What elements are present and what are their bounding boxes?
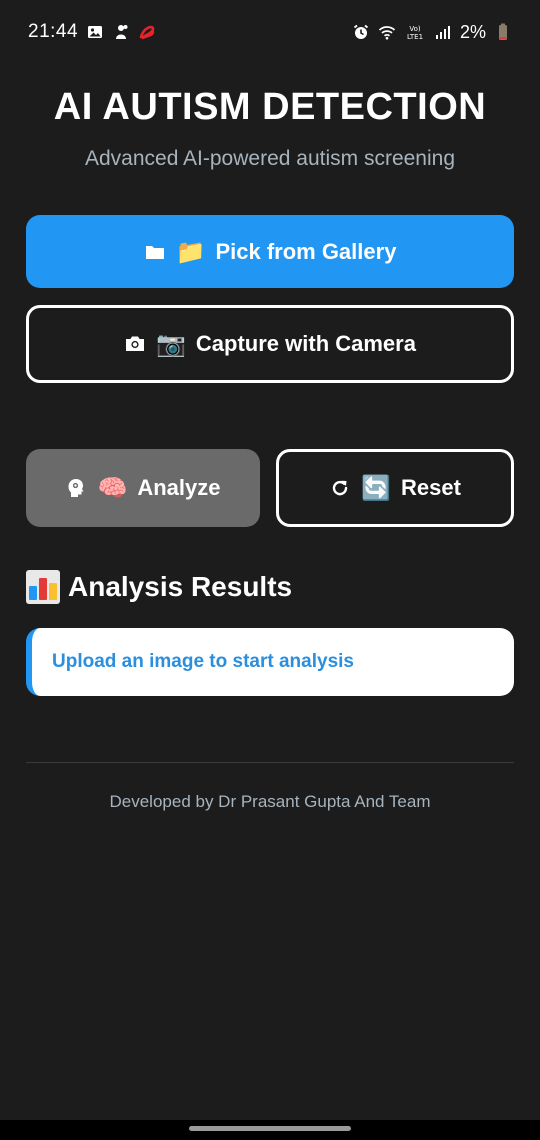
airtel-icon	[138, 23, 156, 41]
head-brain-icon	[65, 477, 87, 499]
battery-icon	[494, 23, 512, 41]
folder-icon	[144, 241, 166, 263]
footer-credit: Developed by Dr Prasant Gupta And Team	[109, 792, 431, 811]
camera-emoji: 📷	[156, 330, 186, 358]
analysis-results-title: Analysis Results	[68, 571, 293, 602]
folder-emoji: 📁	[175, 237, 206, 266]
camera-icon	[124, 333, 146, 355]
wifi-icon	[378, 23, 396, 41]
refresh-emoji: 🔄	[361, 474, 391, 502]
gallery-icon	[86, 23, 104, 41]
status-time: 21:44	[28, 21, 79, 42]
battery-percentage: 2%	[459, 21, 486, 42]
pick-from-gallery-label: Pick from Gallery	[215, 238, 397, 264]
svg-text:Vo): Vo)	[409, 25, 421, 33]
status-left: 21:44	[28, 21, 156, 43]
analysis-results-heading: Analysis Results	[26, 570, 292, 604]
volte-icon: Vo) LTE1	[404, 23, 426, 41]
page-title: AI AUTISM DETECTION	[53, 86, 487, 128]
footer-divider	[26, 762, 514, 763]
notification-icon	[112, 23, 130, 41]
signal-icon	[434, 23, 452, 41]
bar-chart-icon	[26, 570, 60, 604]
alarm-icon	[352, 23, 370, 41]
refresh-icon	[329, 477, 351, 499]
capture-with-camera-button[interactable]: 📷 Capture with Camera	[26, 305, 514, 383]
capture-with-camera-label: Capture with Camera	[195, 331, 416, 356]
pick-from-gallery-button[interactable]: 📁 Pick from Gallery	[26, 215, 514, 288]
reset-label: Reset	[400, 475, 461, 500]
home-gesture-handle[interactable]	[189, 1126, 351, 1131]
results-card: Upload an image to start analysis	[26, 628, 514, 696]
page-subtitle: Advanced AI-powered autism screening	[84, 147, 456, 170]
brain-emoji: 🧠	[97, 474, 128, 502]
app-screen: 21:44 Vo) LTE1 2% AI AUTISM DETECTION Ad…	[0, 0, 540, 1140]
analyze-label: Analyze	[137, 475, 221, 500]
reset-button[interactable]: 🔄 Reset	[276, 449, 514, 527]
status-bar: 21:44 Vo) LTE1 2%	[0, 0, 540, 64]
svg-text:LTE1: LTE1	[407, 33, 423, 41]
analyze-button[interactable]: 🧠 Analyze	[26, 449, 260, 527]
results-message: Upload an image to start analysis	[52, 651, 354, 672]
status-right: Vo) LTE1 2%	[352, 22, 512, 43]
